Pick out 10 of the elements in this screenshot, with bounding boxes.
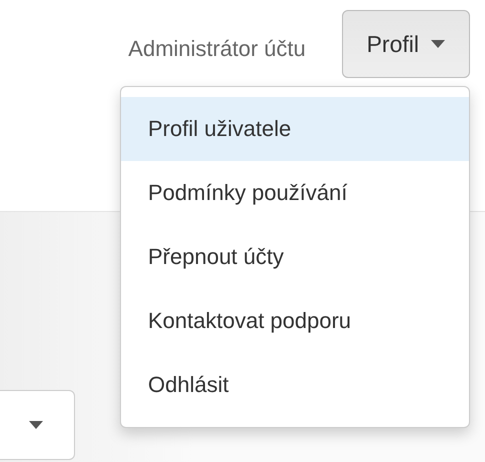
caret-icon <box>431 40 445 48</box>
dropdown-select[interactable] <box>0 390 75 460</box>
caret-icon <box>28 421 42 429</box>
menu-item[interactable]: Podmínky používání <box>121 161 469 225</box>
menu-item[interactable]: Profil uživatele <box>121 97 469 161</box>
role-label: Administrátor účtu <box>128 36 306 62</box>
menu-item[interactable]: Přepnout účty <box>121 225 469 289</box>
profile-button[interactable]: Profil <box>342 10 470 78</box>
menu-item[interactable]: Kontaktovat podporu <box>121 289 469 353</box>
menu-item[interactable]: Odhlásit <box>121 353 469 417</box>
